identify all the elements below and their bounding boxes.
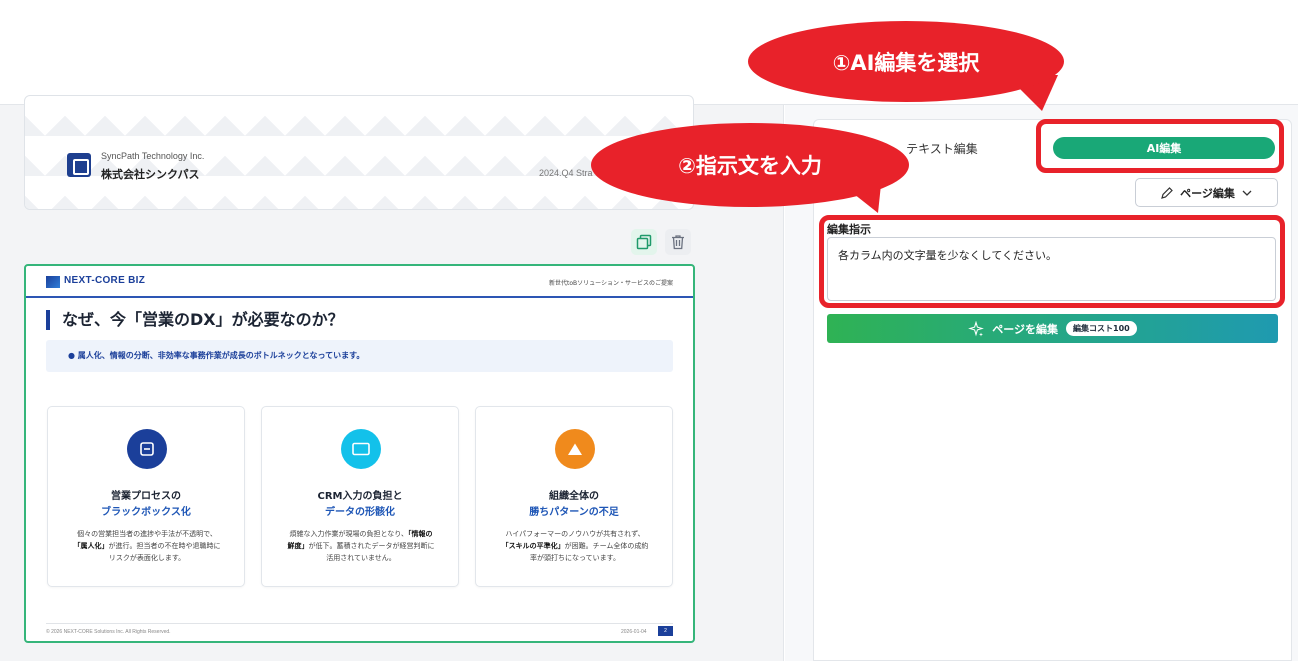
column-body: ハイパフォーマーのノウハウが共有されず、 「スキルの平準化」が困難。チーム全体の成… bbox=[501, 530, 649, 562]
chevron-down-icon bbox=[1242, 190, 1252, 196]
column-card-1: 営業プロセスの ブラックボックス化 個々の営業担当者の進捗や手法が不透明で、 「属… bbox=[47, 406, 245, 587]
current-slide[interactable]: NEXT-CORE BIZ 新世代toBソリューション・サービスのご提案 なぜ、… bbox=[24, 264, 695, 643]
column-title-line2: 勝ちパターンの不足 bbox=[529, 507, 619, 518]
copyright-text: © 2026 NEXT-CORE Solutions Inc. All Righ… bbox=[46, 629, 171, 635]
slide-date-label: 2024.Q4 Stra bbox=[539, 168, 593, 178]
brand-name: NEXT-CORE BIZ bbox=[64, 275, 146, 286]
top-bar bbox=[0, 0, 1298, 105]
run-page-edit-button[interactable]: ページを編集 編集コスト100 bbox=[827, 314, 1278, 343]
column-title-line1: CRM入力の負担と bbox=[317, 491, 403, 502]
company-name-ja: 株式会社シンクパス bbox=[101, 168, 200, 181]
column-card-3: 組織全体の 勝ちパターンの不足 ハイパフォーマーのノウハウが共有されず、 「スキル… bbox=[475, 406, 673, 587]
annotation-step1: ①AI編集を選択 bbox=[748, 21, 1064, 102]
footer-divider bbox=[46, 623, 673, 624]
sparkle-icon bbox=[968, 320, 985, 336]
copy-icon bbox=[636, 234, 652, 250]
lead-text: ● 属人化、情報の分断、非効率な事務作業が成長のボトルネックとなっています。 bbox=[68, 351, 365, 360]
slide-title: なぜ、今「営業のDX」が必要なのか？ bbox=[46, 310, 344, 330]
slide-header: NEXT-CORE BIZ 新世代toBソリューション・サービスのご提案 bbox=[26, 266, 693, 298]
column-title-line1: 営業プロセスの bbox=[111, 491, 181, 502]
cost-badge: 編集コスト100 bbox=[1066, 321, 1137, 336]
duplicate-slide-button[interactable] bbox=[631, 229, 657, 255]
annotation-step2: ②指示文を入力 bbox=[591, 123, 909, 207]
triangle-icon bbox=[555, 429, 595, 469]
header-note: 新世代toBソリューション・サービスのご提案 bbox=[548, 280, 673, 287]
minus-box-icon bbox=[127, 429, 167, 469]
tab-ai-edit[interactable]: AI編集 bbox=[1053, 137, 1275, 159]
column-card-2: CRM入力の負担と データの形骸化 煩雑な入力作業が現場の負担となり、「情報の鮮… bbox=[261, 406, 459, 587]
footer-date: 2026-01-04 bbox=[621, 629, 647, 635]
instruction-label: 編集指示 bbox=[827, 223, 871, 236]
column-title-line2: データの形骸化 bbox=[325, 507, 395, 518]
instruction-textarea[interactable]: 各カラム内の文字量を少なくしてください。 bbox=[827, 237, 1276, 301]
column-body: 個々の営業担当者の進捗や手法が不透明で、 「属人化」が進行。担当者の不在時や退職時… bbox=[73, 530, 221, 562]
company-logo-icon bbox=[67, 153, 91, 177]
brand-logo-icon bbox=[46, 276, 60, 288]
delete-slide-button[interactable] bbox=[665, 229, 691, 255]
run-button-label: ページを編集 bbox=[992, 322, 1059, 336]
page-edit-dropdown[interactable]: ページ編集 bbox=[1135, 178, 1278, 207]
page-edit-label: ページ編集 bbox=[1180, 186, 1235, 200]
company-name-en: SyncPath Technology Inc. bbox=[101, 151, 205, 161]
lead-box: ● 属人化、情報の分断、非効率な事務作業が成長のボトルネックとなっています。 bbox=[46, 340, 673, 372]
pencil-icon bbox=[1161, 186, 1173, 199]
page-number: 2 bbox=[658, 626, 673, 636]
slide-actions bbox=[631, 229, 691, 255]
column-body: 煩雑な入力作業が現場の負担となり、「情報の 鮮度」が低下。蓄積されたデータが経営判… bbox=[287, 530, 435, 562]
previous-slide-card[interactable]: SyncPath Technology Inc. 株式会社シンクパス 2024.… bbox=[24, 95, 694, 210]
column-title-line1: 組織全体の bbox=[549, 491, 599, 502]
screen-icon bbox=[341, 429, 381, 469]
trash-icon bbox=[672, 235, 684, 250]
column-title-line2: ブラックボックス化 bbox=[101, 507, 191, 518]
